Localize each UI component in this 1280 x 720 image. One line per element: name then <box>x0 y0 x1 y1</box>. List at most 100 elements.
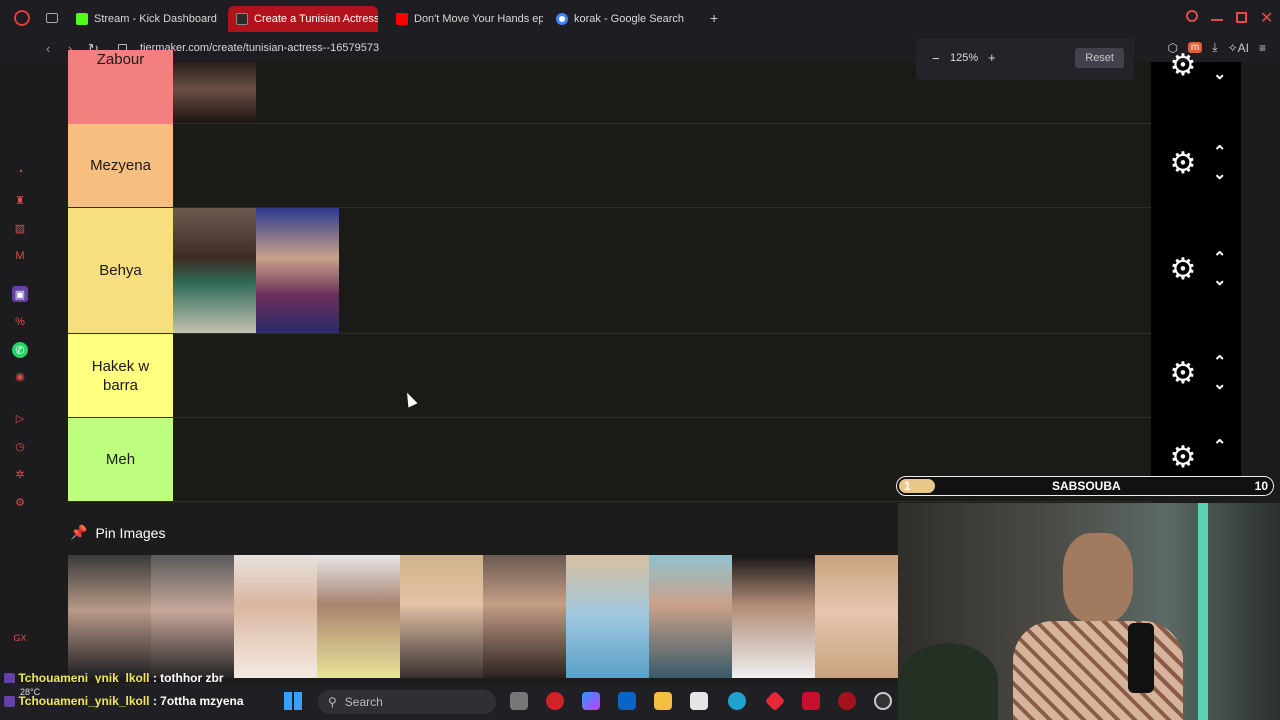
search-tabs-icon[interactable] <box>1186 10 1198 22</box>
twitch-icon[interactable]: ▣ <box>12 286 28 302</box>
url-field[interactable]: tiermaker.com/create/tunisian-actress--1… <box>140 42 379 54</box>
chevron-down-icon[interactable]: ⌄ <box>1213 270 1226 290</box>
chevron-down-icon[interactable]: ⌄ <box>1213 64 1226 84</box>
search-icon: ⚲ <box>328 695 337 709</box>
actress-image[interactable] <box>566 555 649 678</box>
kick-favicon-icon <box>76 13 88 25</box>
tier-row-hakek-w-barra: Hakek w barra <box>68 334 1151 418</box>
rating-slider[interactable]: 1 SABSOUBA 10 <box>896 476 1274 496</box>
speed-dial-icon[interactable]: ◔ <box>12 164 28 180</box>
chat-message: Tchouameni_ynik_lkoll : 7ottha mzyena <box>4 694 244 708</box>
gear-icon[interactable]: ⚙ <box>1169 359 1197 389</box>
tab-label: Don't Move Your Hands ep <box>414 13 543 25</box>
back-icon[interactable]: ‹ <box>46 41 50 56</box>
gear-icon[interactable]: ⚙ <box>1169 149 1197 179</box>
actress-image[interactable] <box>68 555 151 678</box>
ai-icon[interactable]: ✧AI <box>1228 41 1249 55</box>
tab-manager-icon[interactable] <box>46 13 58 23</box>
tier-controls: ⚙ ⌃ ⌄ <box>1151 334 1241 418</box>
chevron-down-icon[interactable]: ⌄ <box>1213 374 1226 394</box>
player-icon[interactable]: ▷ <box>12 410 28 426</box>
tab-kick-dashboard[interactable]: Stream - Kick Dashboard <box>68 6 218 32</box>
mcafee-icon[interactable] <box>802 692 820 710</box>
actress-image[interactable] <box>234 555 317 678</box>
maximize-button[interactable] <box>1236 12 1247 23</box>
actress-image[interactable] <box>732 555 815 678</box>
slider-label: SABSOUBA <box>1052 479 1121 493</box>
chevron-up-icon[interactable]: ⌃ <box>1213 248 1226 268</box>
chevron-down-icon[interactable]: ⌄ <box>1213 164 1226 184</box>
zoom-in-button[interactable]: + <box>988 50 996 65</box>
tier-controls: ⚙ ⌄ <box>1151 51 1241 124</box>
actress-image[interactable] <box>173 62 256 123</box>
tier-label: Meh <box>68 418 173 501</box>
plant <box>898 643 998 720</box>
streamer-shirt <box>1013 621 1183 720</box>
tier-controls: ⚙ ⌃ ⌄ <box>1151 208 1241 334</box>
copilot-icon[interactable] <box>582 692 600 710</box>
chevron-up-icon[interactable]: ⌃ <box>1213 436 1226 456</box>
obs-icon[interactable] <box>874 692 892 710</box>
windows-start-icon[interactable] <box>284 692 302 710</box>
opera-extension-icon[interactable]: ◉ <box>12 368 28 384</box>
webcam-feed <box>898 503 1280 720</box>
tab-label: Create a Tunisian Actress <box>254 13 378 25</box>
new-tab-button[interactable]: + <box>710 10 718 26</box>
actress-image[interactable] <box>649 555 732 678</box>
zoom-reset-button[interactable]: Reset <box>1075 48 1124 68</box>
taskbar-search[interactable]: ⚲ Search <box>318 690 496 714</box>
pin-images-header: 📌 Pin Images <box>70 524 165 541</box>
history-icon[interactable]: ◷ <box>12 438 28 454</box>
workspaces-icon[interactable]: ▨ <box>12 220 28 236</box>
tab-tiermaker[interactable]: Create a Tunisian Actress <box>228 6 378 32</box>
actress-image[interactable] <box>317 555 400 678</box>
opera-gx-icon[interactable] <box>546 692 564 710</box>
tab-label: korak - Google Search <box>574 13 685 25</box>
actress-image[interactable] <box>173 208 256 333</box>
settings-sidebar-icon[interactable]: ⚙ <box>12 494 28 510</box>
zoom-out-button[interactable]: − <box>932 51 940 66</box>
opera-taskbar-icon[interactable] <box>838 692 856 710</box>
actress-image[interactable] <box>400 555 483 678</box>
app-diamond-icon[interactable] <box>764 690 786 712</box>
extensions-sidebar-icon[interactable]: ✲ <box>12 466 28 482</box>
chevron-up-icon[interactable]: ⌃ <box>1213 352 1226 372</box>
chat-text: : 7ottha mzyena <box>152 694 244 708</box>
messenger-m-icon[interactable]: M <box>12 248 28 264</box>
percent-icon[interactable]: % <box>12 314 28 330</box>
outlook-icon[interactable] <box>618 692 636 710</box>
chevron-up-icon[interactable]: ⌃ <box>1213 142 1226 162</box>
actress-image[interactable] <box>815 555 898 678</box>
file-explorer-icon[interactable] <box>654 692 672 710</box>
aria-icon[interactable]: ♜ <box>12 192 28 208</box>
tiermaker-favicon-icon <box>236 13 248 25</box>
pin-images-title: Pin Images <box>95 524 166 541</box>
screen: Stream - Kick Dashboard Create a Tunisia… <box>0 0 1280 720</box>
menu-icon[interactable]: ≡ <box>1259 41 1266 55</box>
gear-icon[interactable]: ⚙ <box>1169 443 1197 473</box>
gear-icon[interactable]: ⚙ <box>1169 51 1197 81</box>
microphone <box>1128 623 1154 693</box>
minimize-button[interactable] <box>1211 19 1223 21</box>
tab-youtube[interactable]: Don't Move Your Hands ep <box>388 6 543 32</box>
actress-image[interactable] <box>151 555 234 678</box>
gx-icon[interactable]: GX <box>12 630 28 646</box>
task-view-icon[interactable] <box>510 692 528 710</box>
search-label: Search <box>344 695 383 709</box>
tab-google-search[interactable]: korak - Google Search <box>548 6 698 32</box>
browser-sidebar: ◔ ♜ ▨ M ▣ % ✆ ◉ ▷ ◷ ✲ ⚙ GX <box>0 62 40 682</box>
close-window-button[interactable]: ✕ <box>1260 8 1273 28</box>
tier-row-behya: Behya <box>68 208 1151 334</box>
zoom-level: 125% <box>950 52 979 64</box>
slider-min: 1 <box>904 479 911 493</box>
store-icon[interactable] <box>690 692 708 710</box>
tier-label: Zabour <box>68 50 173 124</box>
gear-icon[interactable]: ⚙ <box>1169 255 1197 285</box>
tier-label: Hakek w barra <box>68 334 173 417</box>
actress-image[interactable] <box>256 208 339 333</box>
opera-logo-icon[interactable] <box>14 10 30 26</box>
download-icon[interactable]: ⤓ <box>1212 40 1217 55</box>
edge-icon[interactable] <box>728 692 746 710</box>
whatsapp-icon[interactable]: ✆ <box>12 342 28 358</box>
actress-image[interactable] <box>483 555 566 678</box>
